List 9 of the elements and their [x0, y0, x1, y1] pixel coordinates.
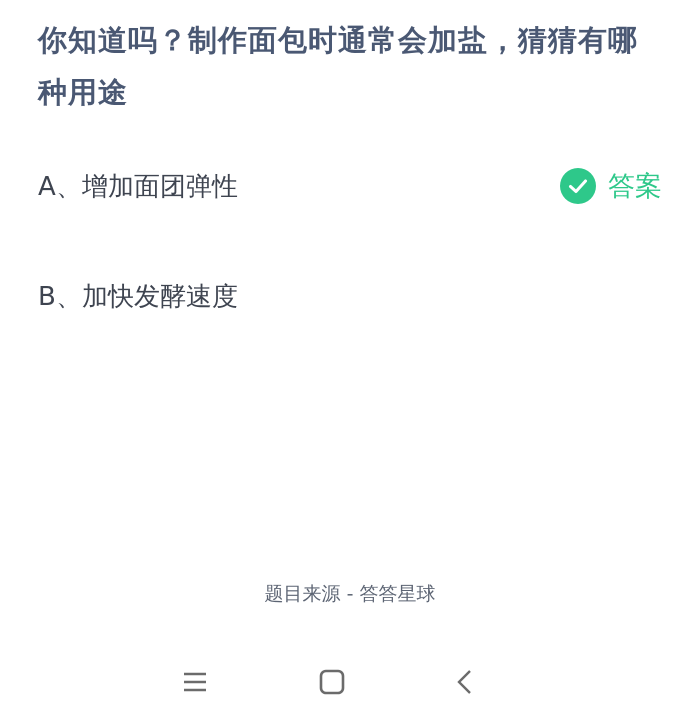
back-icon[interactable] — [456, 669, 472, 695]
home-icon[interactable] — [318, 669, 344, 695]
menu-icon[interactable] — [183, 672, 207, 692]
answer-label: 答案 — [608, 170, 662, 204]
option-text[interactable]: B、加快发酵速度 — [38, 278, 238, 314]
question-text: 你知道吗？制作面包时通常会加盐，猜猜有哪种用途 — [38, 22, 639, 111]
source-text: 题目来源 - 答答星球 — [264, 582, 436, 607]
option-text[interactable]: A、增加面团弹性 — [38, 168, 238, 204]
check-icon — [560, 168, 596, 204]
